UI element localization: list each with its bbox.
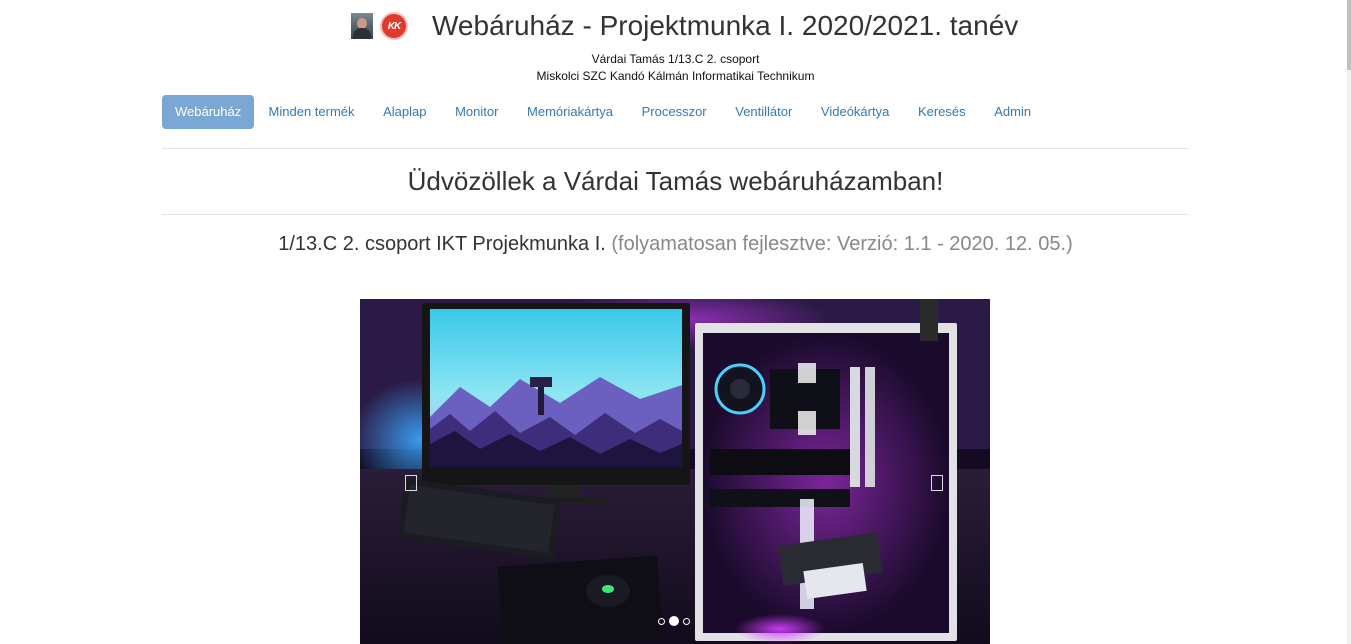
welcome-heading: Üdvözöllek a Várdai Tamás webáruházamban… (407, 166, 944, 196)
carousel-prev-button[interactable]: ‹ (405, 475, 417, 491)
site-header: KK Webáruház - Projektmunka I. 2020/2021… (0, 10, 1351, 46)
nav-item-monitor[interactable]: Monitor (441, 95, 513, 129)
nav-item-kereses[interactable]: Keresés (904, 95, 980, 129)
main-nav: Webáruház Minden termék Alaplap Monitor … (162, 95, 1045, 129)
school-line: Miskolci SZC Kandó Kálmán Informatikai T… (536, 69, 815, 83)
divider-bottom (162, 214, 1189, 215)
header-brand: KK Webáruház - Projektmunka I. 2020/2021… (351, 10, 1018, 42)
nav-item-memoriakartya[interactable]: Memóriakártya (513, 95, 628, 129)
carousel-indicator-2[interactable] (669, 616, 679, 626)
nav-item-ventillator[interactable]: Ventillátor (721, 95, 807, 129)
author-avatar (351, 13, 373, 39)
project-info: 1/13.C 2. csoport IKT Projekmunka I. (fo… (0, 233, 1351, 256)
divider-top (162, 148, 1189, 149)
nav-item-processzor[interactable]: Processzor (627, 95, 721, 129)
author-line: Várdai Tamás 1/13.C 2. csoport (591, 52, 760, 66)
carousel-indicator-1[interactable] (658, 617, 665, 625)
carousel-indicators (656, 616, 692, 626)
nav-item-webaruhaz[interactable]: Webáruház (162, 95, 255, 129)
version-info: (folyamatosan fejlesztve: Verzió: 1.1 - … (611, 233, 1073, 255)
project-info-main: 1/13.C 2. csoport IKT Projekmunka I. (278, 233, 606, 255)
school-logo: KK (380, 12, 408, 40)
nav-item-alaplap[interactable]: Alaplap (369, 95, 441, 129)
carousel-next-button[interactable]: › (931, 475, 943, 491)
carousel-indicator-3[interactable] (683, 617, 690, 625)
image-carousel: ‹ › (360, 299, 990, 644)
nav-item-minden-termek[interactable]: Minden termék (254, 95, 369, 129)
page-scrollbar[interactable] (1347, 0, 1351, 644)
carousel-slide-gaming-setup (360, 299, 990, 644)
nav-item-videokartya[interactable]: Videókártya (807, 95, 904, 129)
page-title: Webáruház - Projektmunka I. 2020/2021. t… (432, 10, 1019, 41)
nav-item-admin[interactable]: Admin (980, 95, 1045, 129)
